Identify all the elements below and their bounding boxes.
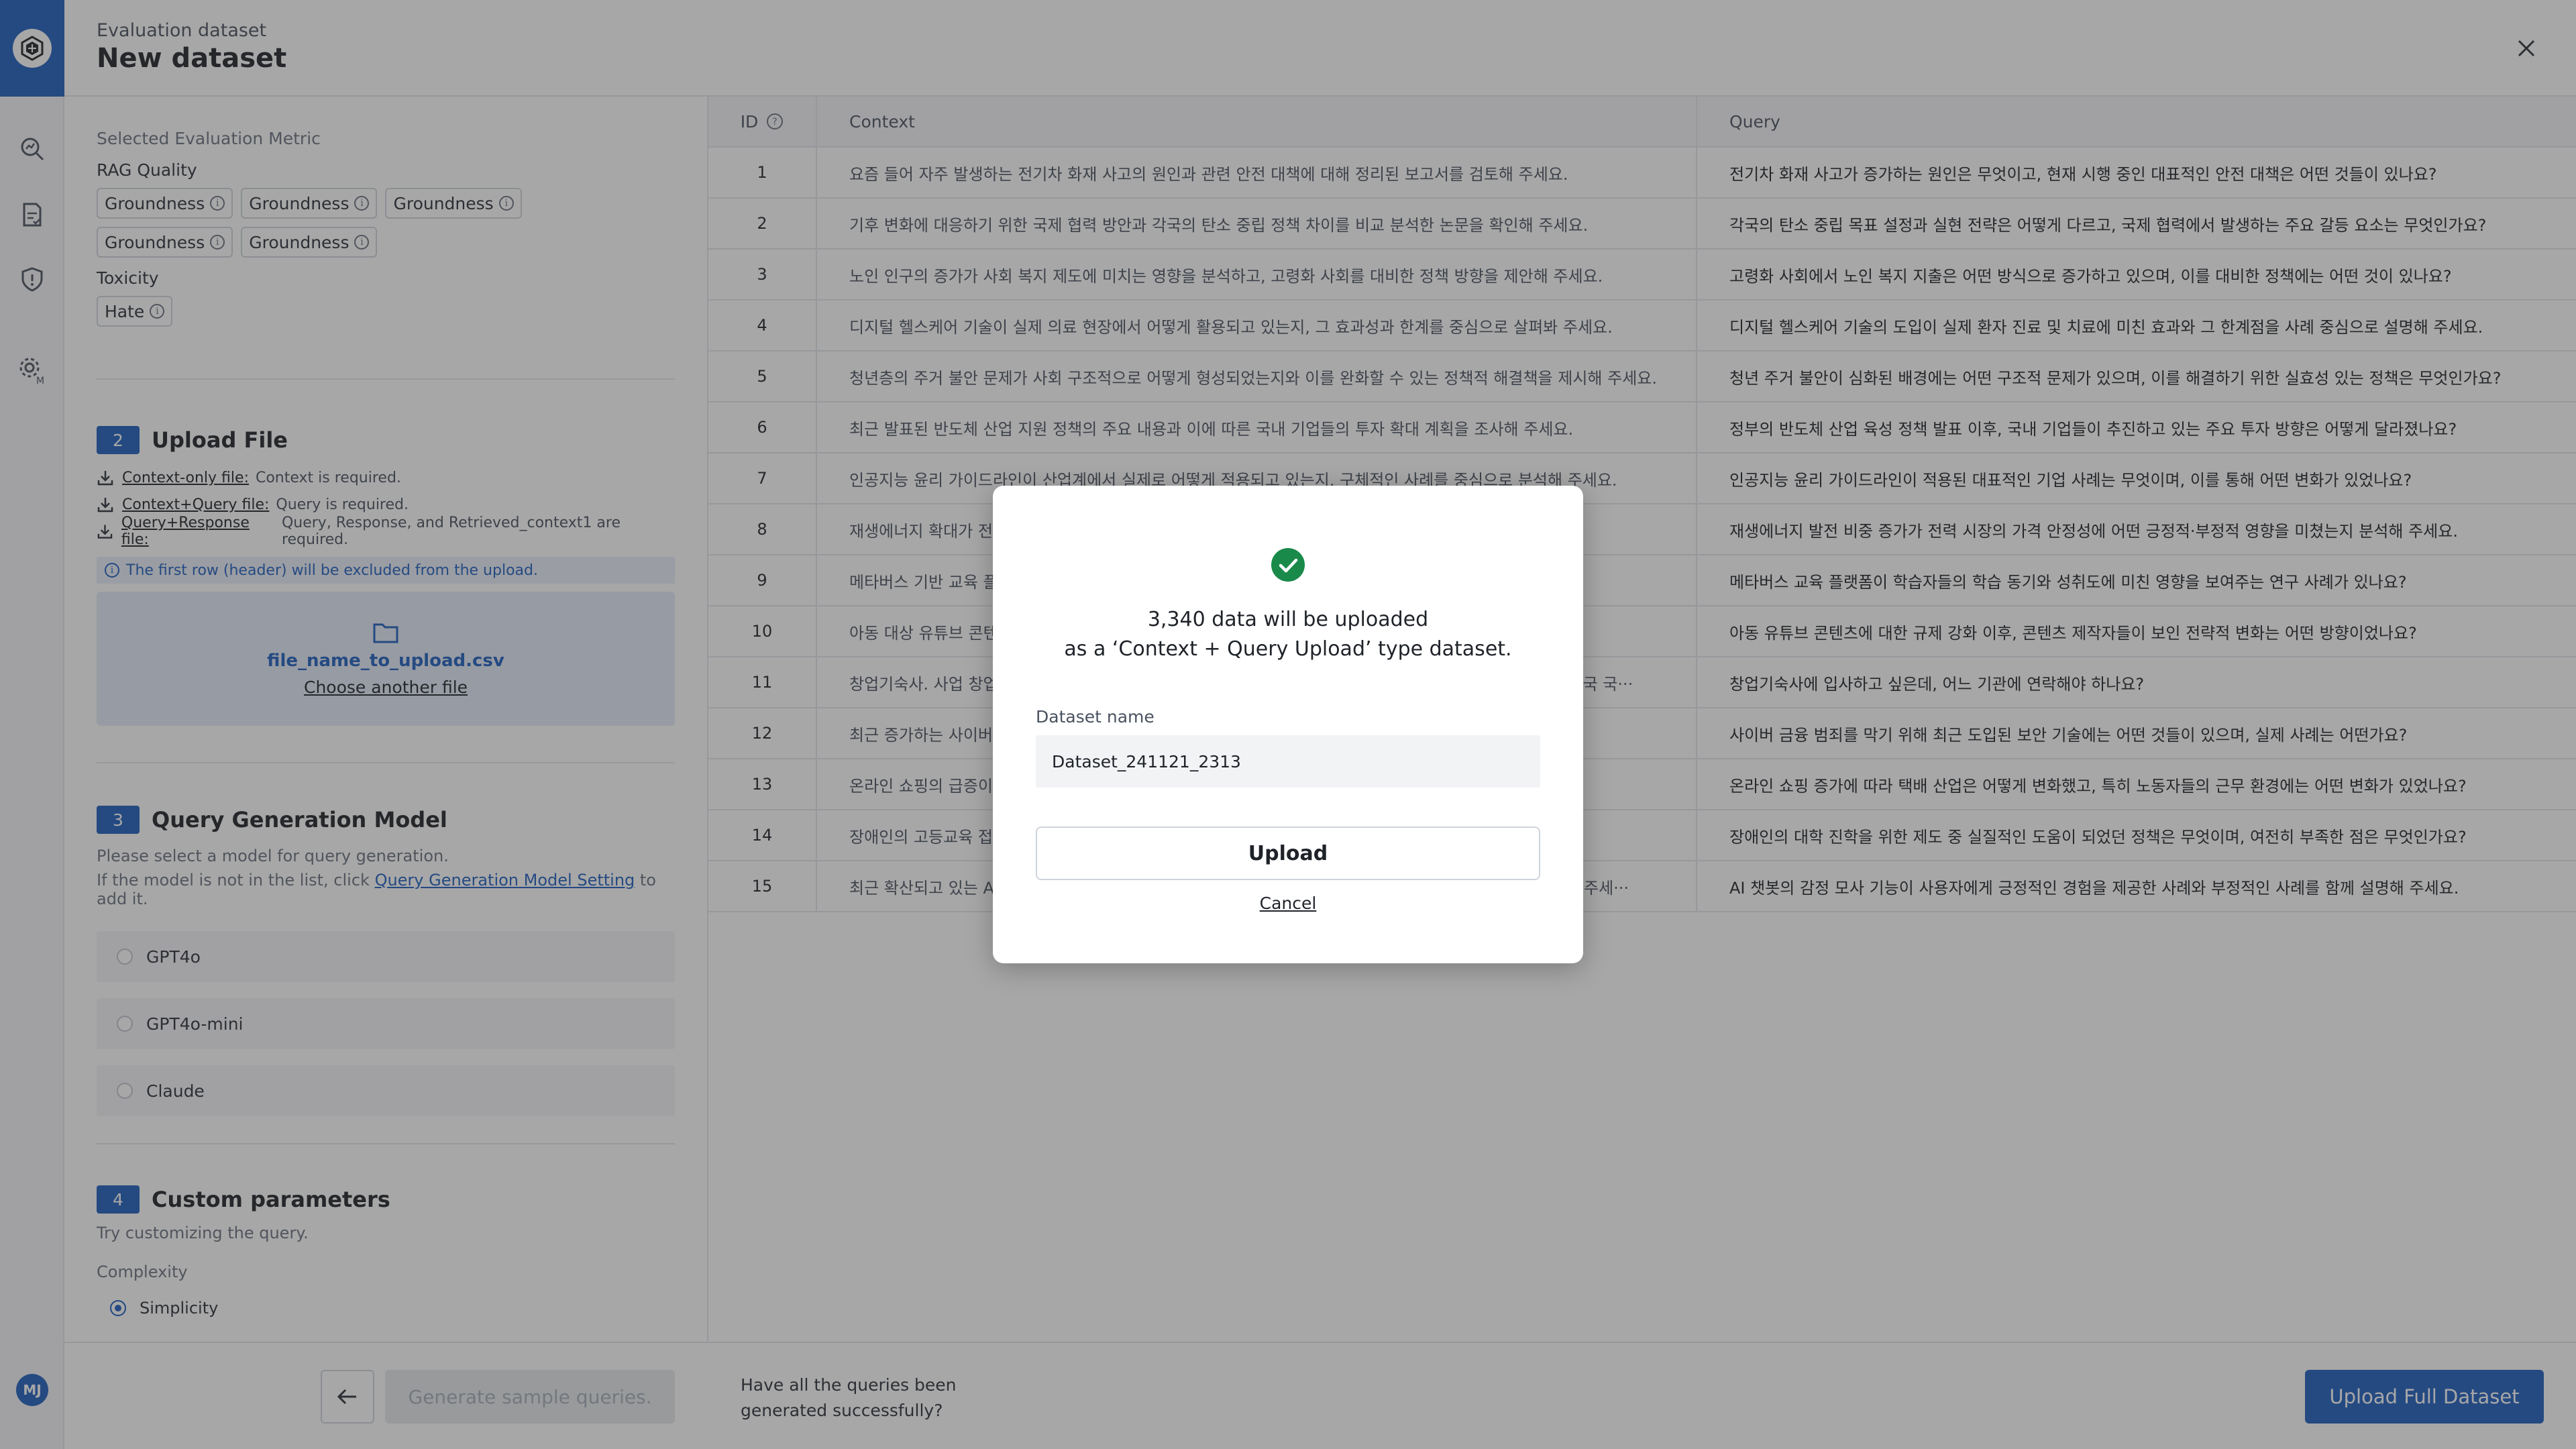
upload-count-message: 3,340 data will be uploaded <box>1147 608 1429 631</box>
dataset-name-input[interactable] <box>1036 735 1540 788</box>
upload-confirm-modal: 3,340 data will be uploaded as a ‘Contex… <box>993 486 1583 963</box>
check-circle-icon <box>1271 548 1305 582</box>
cancel-link[interactable]: Cancel <box>993 894 1583 913</box>
upload-type-message: as a ‘Context + Query Upload’ type datas… <box>1064 637 1512 661</box>
upload-button[interactable]: Upload <box>1036 826 1540 880</box>
dataset-name-label: Dataset name <box>1036 707 1155 727</box>
